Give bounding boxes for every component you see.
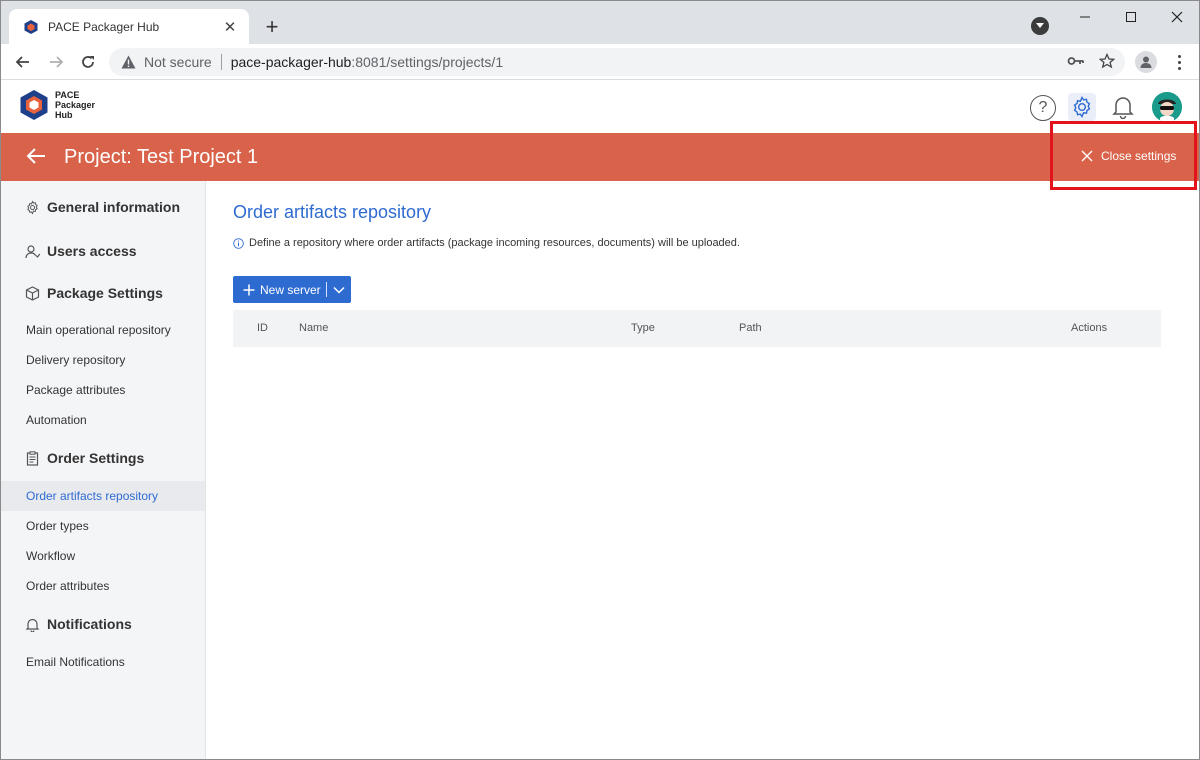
button-divider [326, 282, 327, 297]
plus-icon [243, 284, 255, 296]
sidebar-item-email-notifications[interactable]: Email Notifications [1, 647, 205, 677]
sidebar-section-users[interactable]: Users access [25, 243, 137, 259]
sidebar-section-general[interactable]: General information [25, 199, 180, 215]
sidebar-section-label: General information [47, 199, 181, 215]
main-content: Order artifacts repository Define a repo… [206, 181, 1199, 759]
tab-strip: PACE Packager Hub ✕ + [1, 1, 1199, 44]
info-icon [233, 237, 244, 249]
logo-text-pace: PACE [55, 90, 80, 100]
sidebar-item-workflow[interactable]: Workflow [1, 541, 205, 571]
user-avatar[interactable] [1152, 92, 1182, 122]
browser-tab[interactable]: PACE Packager Hub ✕ [9, 9, 249, 44]
pace-favicon-icon [23, 19, 39, 35]
bell-icon [25, 617, 40, 632]
sidebar-item-automation[interactable]: Automation [1, 405, 205, 435]
pace-logo-icon [20, 90, 48, 120]
address-separator [220, 54, 222, 70]
new-server-label: New server [260, 282, 321, 297]
sidebar-item-main-operational-repository[interactable]: Main operational repository [1, 315, 205, 345]
chevron-down-icon[interactable] [327, 286, 351, 294]
settings-gear-icon[interactable] [1068, 93, 1096, 121]
maximize-icon[interactable] [1111, 5, 1151, 29]
tab-close-icon[interactable]: ✕ [221, 18, 239, 36]
logo-text-packager: Packager [55, 100, 96, 110]
sidebar-section-label: Package Settings [47, 285, 163, 301]
sidebar-item-package-attributes[interactable]: Package attributes [1, 375, 205, 405]
url-path: :8081/settings/projects/1 [351, 54, 504, 70]
logo-text-hub: Hub [55, 110, 73, 120]
app-header: PACE Packager Hub ? [1, 81, 1199, 133]
reload-icon[interactable] [76, 50, 100, 74]
back-icon[interactable] [11, 50, 35, 74]
app-logo[interactable]: PACE Packager Hub [19, 89, 95, 121]
page-description-text: Define a repository where order artifact… [249, 237, 740, 249]
window-close-icon[interactable] [1157, 5, 1197, 29]
tab-search-icon[interactable] [1031, 17, 1049, 35]
key-icon[interactable] [1067, 54, 1085, 68]
sidebar-section-label: Order Settings [47, 450, 145, 466]
close-settings-button[interactable]: Close settings [1081, 149, 1176, 163]
sidebar-section-notifications[interactable]: Notifications [25, 616, 132, 632]
sidebar-section-package[interactable]: Package Settings [25, 285, 163, 301]
browser-menu-icon[interactable] [1169, 51, 1189, 73]
sidebar-item-order-types[interactable]: Order types [1, 511, 205, 541]
column-header-id[interactable]: ID [257, 322, 268, 334]
settings-sidebar: General information Users access Package… [1, 181, 206, 759]
clipboard-icon [25, 450, 40, 466]
new-tab-icon[interactable]: + [259, 14, 285, 40]
warning-icon [121, 55, 136, 69]
close-icon [1081, 150, 1093, 162]
minimize-icon[interactable] [1065, 5, 1105, 29]
sidebar-item-delivery-repository[interactable]: Delivery repository [1, 345, 205, 375]
sidebar-section-label: Users access [47, 243, 137, 259]
column-header-path[interactable]: Path [739, 322, 762, 334]
browser-window: PACE Packager Hub ✕ + Not secure pace-pa… [0, 0, 1200, 760]
package-box-icon [25, 285, 40, 301]
user-icon [25, 244, 40, 259]
sidebar-section-order[interactable]: Order Settings [25, 450, 144, 466]
page-title: Order artifacts repository [233, 202, 432, 222]
security-label[interactable]: Not secure [144, 54, 212, 70]
column-header-name[interactable]: Name [299, 322, 328, 334]
url-host: pace-packager-hub [230, 54, 352, 70]
address-bar[interactable]: Not secure pace-packager-hub :8081/setti… [109, 48, 1125, 76]
help-icon[interactable]: ? [1030, 95, 1056, 121]
back-arrow-icon[interactable] [25, 145, 47, 167]
notifications-bell-icon[interactable] [1109, 93, 1137, 121]
gear-icon [25, 200, 40, 215]
project-title: Project: Test Project 1 [64, 146, 259, 168]
profile-icon[interactable] [1135, 51, 1157, 73]
page-description: Define a repository where order artifact… [233, 237, 740, 249]
forward-icon[interactable] [44, 50, 68, 74]
sidebar-section-label: Notifications [47, 616, 132, 632]
column-header-actions: Actions [1071, 322, 1108, 334]
project-bar: Project: Test Project 1 Close settings [1, 133, 1199, 181]
sidebar-item-order-artifacts-repository[interactable]: Order artifacts repository [1, 481, 205, 511]
sidebar-item-order-attributes[interactable]: Order attributes [1, 571, 205, 601]
column-header-type[interactable]: Type [631, 322, 655, 334]
bookmark-star-icon[interactable] [1099, 53, 1115, 69]
new-server-button[interactable]: New server [233, 276, 351, 303]
close-settings-label: Close settings [1101, 149, 1177, 163]
tab-title: PACE Packager Hub [48, 19, 160, 34]
browser-toolbar: Not secure pace-packager-hub :8081/setti… [1, 44, 1199, 80]
servers-table-header: ID Name Type Path Actions [233, 310, 1161, 347]
